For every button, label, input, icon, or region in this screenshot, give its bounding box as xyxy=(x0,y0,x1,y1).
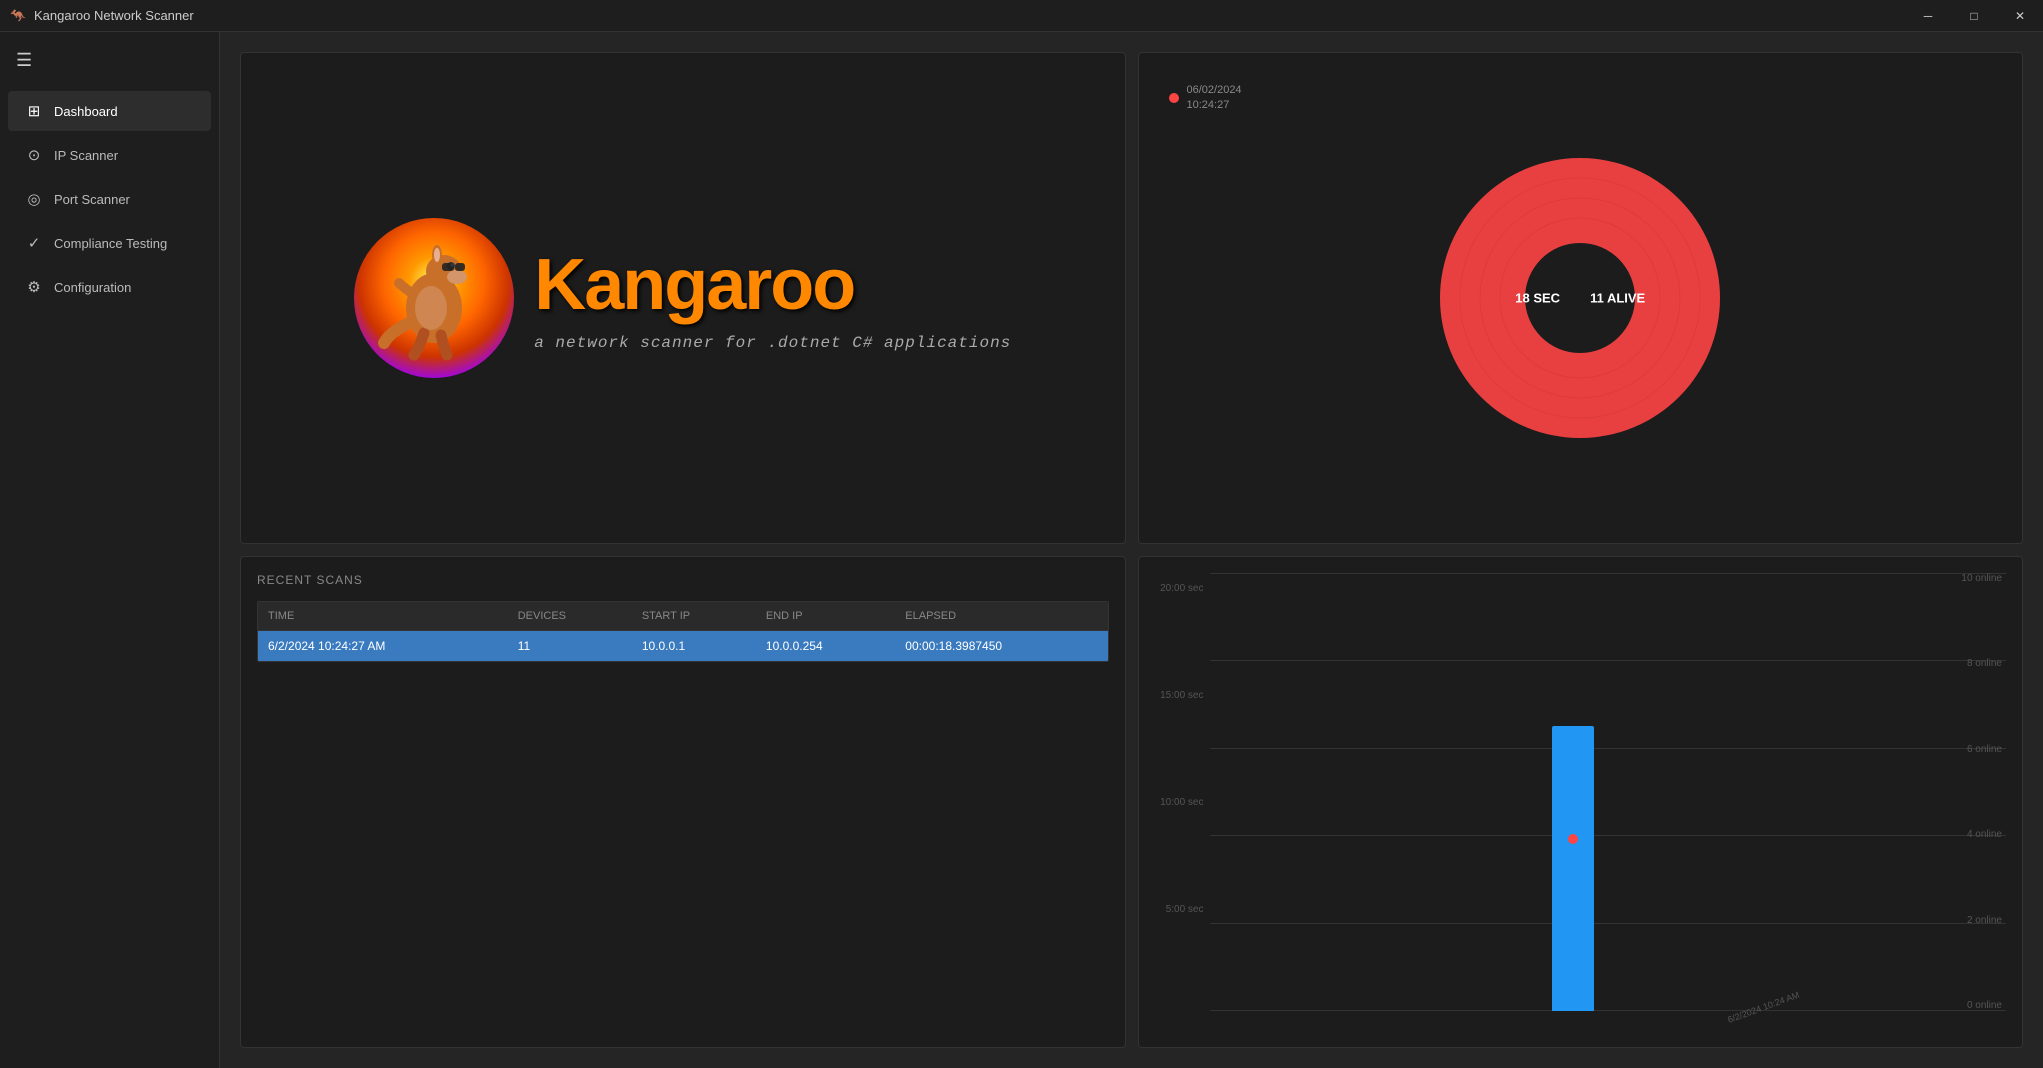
configuration-icon: ⚙ xyxy=(24,277,44,297)
y-online-5: 10 online xyxy=(1961,573,2002,584)
app-title: Kangaroo Network Scanner xyxy=(34,8,194,23)
recent-scans-panel: RECENT SCANS TIME DEVICES START IP END I… xyxy=(240,556,1126,1048)
y-time-4: 20:00 sec xyxy=(1155,583,1204,594)
x-axis-labels: 6/2/2024 10:24 AM xyxy=(1210,1011,2007,1031)
restore-button[interactable]: □ xyxy=(1951,0,1997,32)
minimize-button[interactable]: ─ xyxy=(1905,0,1951,32)
y-online-3: 6 online xyxy=(1961,744,2002,755)
y-time-1: 5:00 sec xyxy=(1155,904,1204,915)
table-row[interactable]: 6/2/2024 10:24:27 AM1110.0.0.110.0.0.254… xyxy=(258,631,1108,662)
window-controls: ─ □ ✕ xyxy=(1905,0,2043,32)
close-button[interactable]: ✕ xyxy=(1997,0,2043,32)
donut-chart: 18 SEC 11 ALIVE xyxy=(1420,138,1740,458)
kangaroo-logo: Kangaroo a network scanner for .dotnet C… xyxy=(354,218,1011,378)
donut-alive-label: 11 ALIVE xyxy=(1590,291,1645,306)
sidebar-item-label-configuration: Configuration xyxy=(54,280,131,295)
scan-timestamp: 06/02/2024 10:24:27 xyxy=(1187,83,1242,114)
bar-chart-panel: 20:00 sec 15:00 sec 10:00 sec 5:00 sec xyxy=(1138,556,2024,1048)
port-scanner-icon: ◎ xyxy=(24,189,44,209)
scan-date: 06/02/2024 xyxy=(1187,83,1242,98)
donut-alive-value: 11 ALIVE xyxy=(1590,291,1645,306)
donut-chart-panel: 06/02/2024 10:24:27 18 SEC xyxy=(1138,52,2024,544)
logo-text-block: Kangaroo a network scanner for .dotnet C… xyxy=(534,244,1011,352)
bar-dot xyxy=(1568,834,1578,844)
sidebar-item-label-ip-scanner: IP Scanner xyxy=(54,148,118,163)
cell-devices: 11 xyxy=(508,631,632,662)
col-end-ip: END IP xyxy=(756,602,895,631)
donut-elapsed-label: 18 SEC xyxy=(1515,291,1560,306)
y-online-1: 2 online xyxy=(1961,915,2002,926)
col-start-ip: START IP xyxy=(632,602,756,631)
recent-scans-title: RECENT SCANS xyxy=(257,573,1109,587)
app-layout: ☰ ⊞ Dashboard ⊙ IP Scanner ◎ Port Scanne… xyxy=(0,32,2043,1068)
scan-info: 06/02/2024 10:24:27 xyxy=(1169,83,1242,114)
y-axis-online: 10 online 8 online 6 online 4 online 2 o… xyxy=(1961,573,2006,1011)
sidebar-item-ip-scanner[interactable]: ⊙ IP Scanner xyxy=(8,135,211,175)
y-online-2: 4 online xyxy=(1961,829,2002,840)
y-axis-time: 20:00 sec 15:00 sec 10:00 sec 5:00 sec xyxy=(1155,573,1210,1031)
scans-table-container: TIME DEVICES START IP END IP ELAPSED 6/2… xyxy=(257,601,1109,662)
chart-body-wrapper: 10 online 8 online 6 online 4 online 2 o… xyxy=(1210,573,2007,1031)
logo-circle xyxy=(354,218,514,378)
compliance-icon: ✓ xyxy=(24,233,44,253)
y-online-4: 8 online xyxy=(1961,658,2002,669)
scan-time-value: 10:24:27 xyxy=(1187,98,1242,113)
donut-center-text: 18 SEC 11 ALIVE xyxy=(1515,291,1645,306)
y-time-2: 10:00 sec xyxy=(1155,797,1204,808)
sidebar-item-configuration[interactable]: ⚙ Configuration xyxy=(8,267,211,307)
col-elapsed: ELAPSED xyxy=(895,602,1107,631)
cell-elapsed: 00:00:18.3987450 xyxy=(895,631,1107,662)
donut-elapsed-value: 18 SEC xyxy=(1515,291,1560,306)
logo-main-text: Kangaroo xyxy=(534,244,1011,326)
sidebar-item-dashboard[interactable]: ⊞ Dashboard xyxy=(8,91,211,131)
cell-end_ip: 10.0.0.254 xyxy=(756,631,895,662)
col-time: TIME xyxy=(258,602,508,631)
hamburger-button[interactable]: ☰ xyxy=(0,40,219,81)
cell-start_ip: 10.0.0.1 xyxy=(632,631,756,662)
bar-chart-layout: 20:00 sec 15:00 sec 10:00 sec 5:00 sec xyxy=(1155,573,2007,1031)
y-time-3: 15:00 sec xyxy=(1155,690,1204,701)
app-icon: 🦘 xyxy=(10,8,26,24)
col-devices: DEVICES xyxy=(508,602,632,631)
dashboard-icon: ⊞ xyxy=(24,101,44,121)
scans-table: TIME DEVICES START IP END IP ELAPSED 6/2… xyxy=(258,602,1108,661)
chart-body: 10 online 8 online 6 online 4 online 2 o… xyxy=(1210,573,2007,1011)
sidebar-item-compliance-testing[interactable]: ✓ Compliance Testing xyxy=(8,223,211,263)
sidebar-item-label-port-scanner: Port Scanner xyxy=(54,192,130,207)
titlebar: 🦘 Kangaroo Network Scanner ─ □ ✕ xyxy=(0,0,2043,32)
scan-status-dot xyxy=(1169,93,1179,103)
bars-area xyxy=(1210,573,1937,1011)
table-header-row: TIME DEVICES START IP END IP ELAPSED xyxy=(258,602,1108,631)
logo-sub-text: a network scanner for .dotnet C# applica… xyxy=(534,334,1011,352)
main-content: Kangaroo a network scanner for .dotnet C… xyxy=(220,32,2043,1068)
bar-item-1 xyxy=(1552,726,1594,1011)
sidebar-item-label-dashboard: Dashboard xyxy=(54,104,118,119)
cell-time: 6/2/2024 10:24:27 AM xyxy=(258,631,508,662)
sidebar-item-label-compliance: Compliance Testing xyxy=(54,236,167,251)
logo-panel: Kangaroo a network scanner for .dotnet C… xyxy=(240,52,1126,544)
ip-scanner-icon: ⊙ xyxy=(24,145,44,165)
y-online-0: 0 online xyxy=(1961,1000,2002,1011)
sidebar: ☰ ⊞ Dashboard ⊙ IP Scanner ◎ Port Scanne… xyxy=(0,32,220,1068)
sidebar-item-port-scanner[interactable]: ◎ Port Scanner xyxy=(8,179,211,219)
